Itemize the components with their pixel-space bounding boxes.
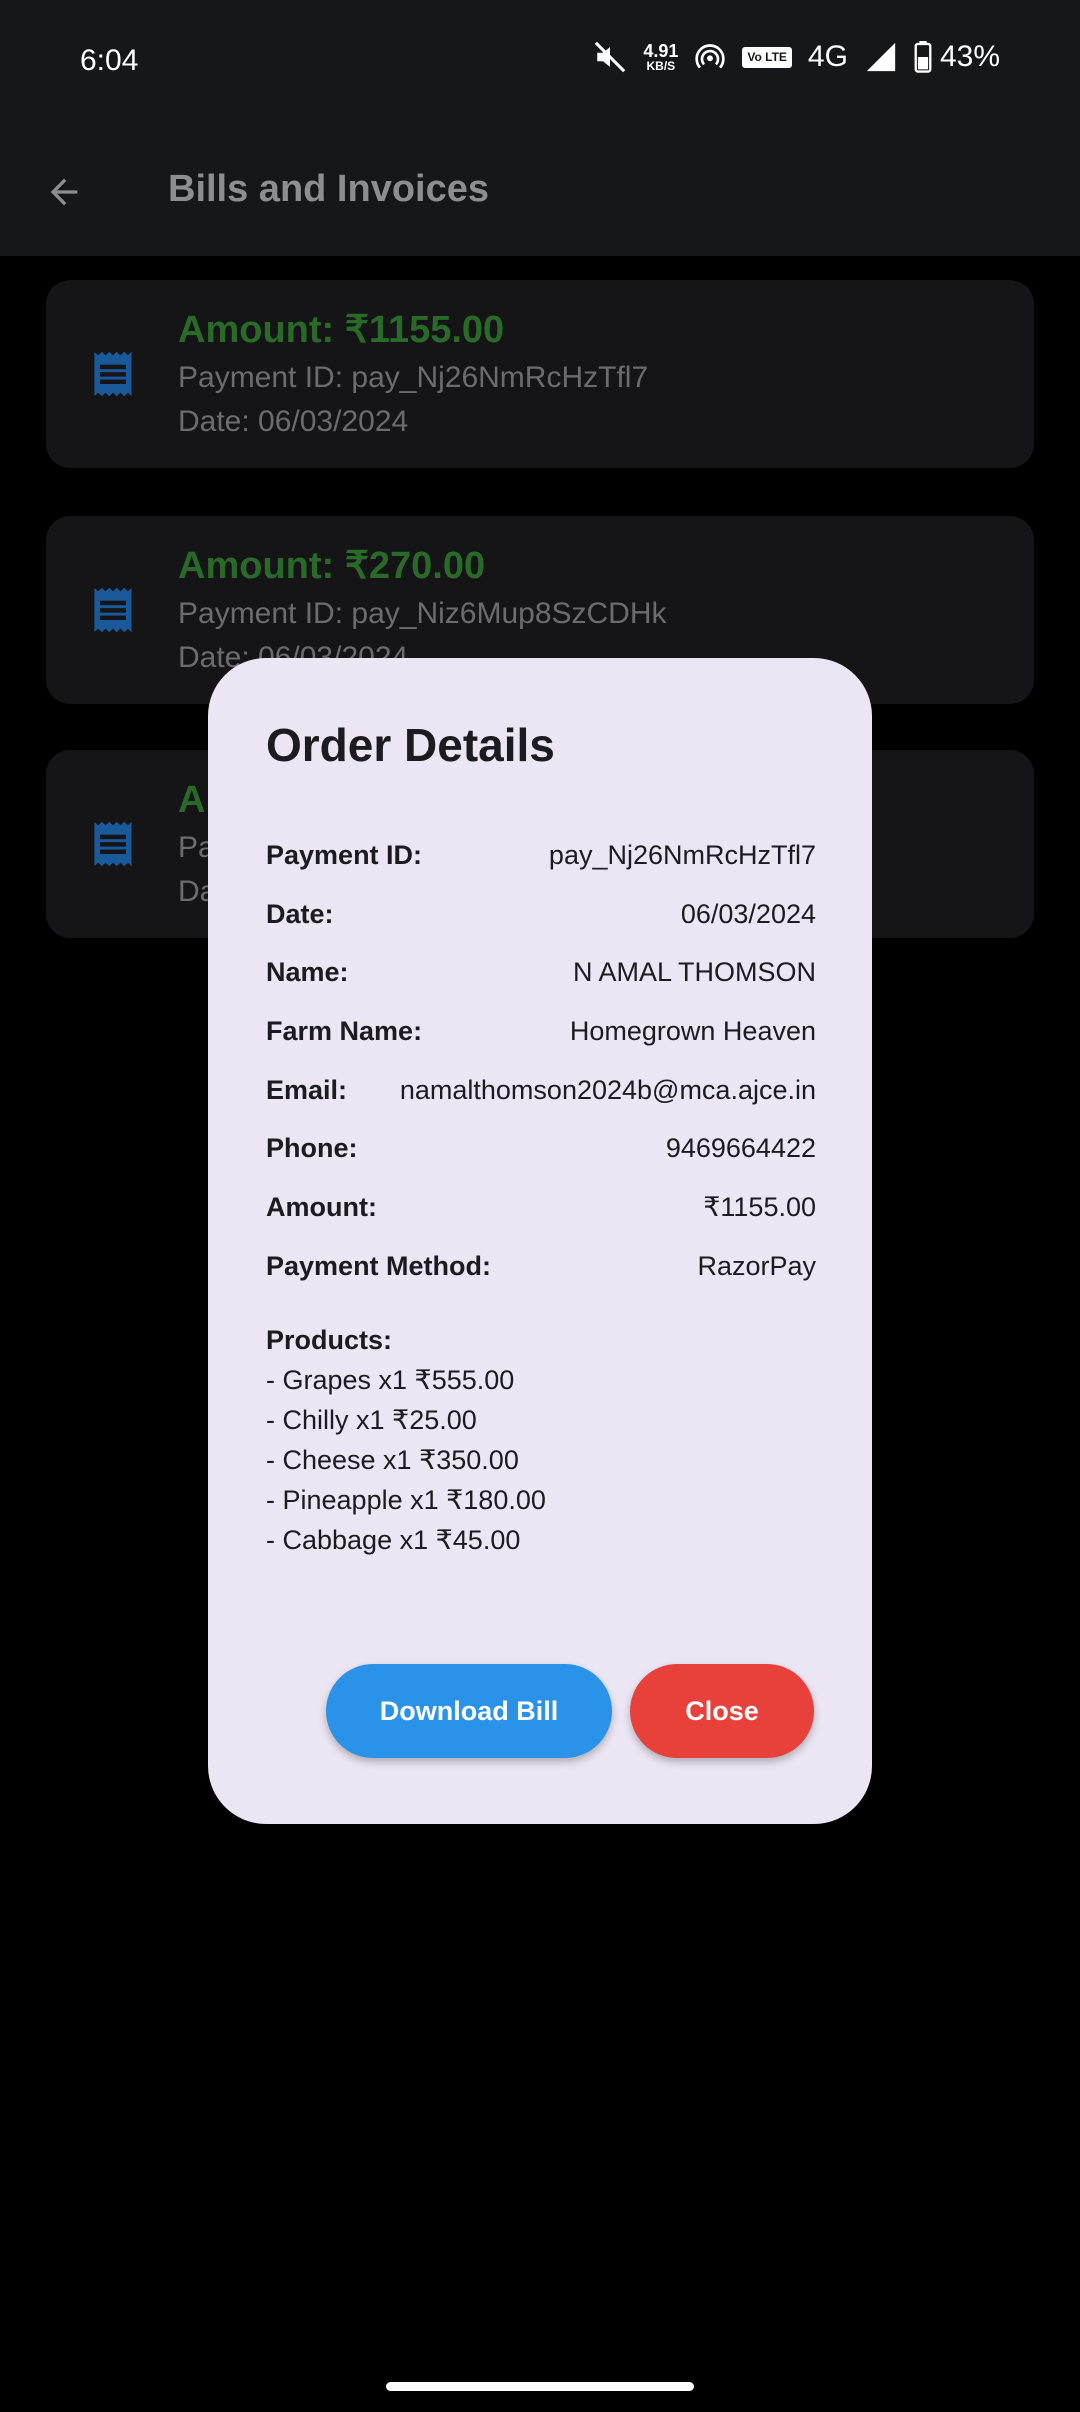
signal-icon (866, 42, 896, 72)
bill-payment-id: Payment ID: pay_Nj26NmRcHzTfl7 (178, 361, 649, 394)
detail-value: 06/03/2024 (680, 898, 816, 929)
detail-label: Email: (266, 1074, 348, 1105)
product-item: - Chilly x1 ₹25.00 (266, 1405, 477, 1435)
detail-row-payment-method: Payment Method: RazorPay (266, 1237, 816, 1296)
battery-icon (914, 41, 932, 73)
detail-label: Phone: (266, 1133, 358, 1164)
arrow-left-icon (50, 178, 78, 206)
battery-level: 43% (939, 40, 1000, 73)
detail-label: Payment ID: (266, 839, 423, 870)
detail-value: ₹1155.00 (703, 1191, 816, 1222)
status-time: 6:04 (80, 44, 139, 77)
bill-card[interactable]: Amount: ₹1155.00 Payment ID: pay_Nj26NmR… (46, 280, 1034, 468)
bill-payment-id: Payment ID: pay_Niz6Mup8SzCDHk (178, 597, 667, 630)
detail-row-farm-name: Farm Name: Homegrown Heaven (266, 1002, 816, 1061)
detail-label: Name: (266, 957, 349, 988)
hotspot-icon (695, 44, 725, 69)
detail-row-date: Date: 06/03/2024 (266, 885, 816, 944)
detail-label: Payment Method: (266, 1250, 492, 1281)
bill-date: Date: 06/03/2024 (178, 405, 409, 438)
detail-row-name: Name: N AMAL THOMSON (266, 943, 816, 1002)
close-button[interactable]: Close (630, 1664, 814, 1758)
net-speed: 4.91 KB/S (643, 41, 679, 73)
detail-value: RazorPay (697, 1250, 816, 1281)
detail-value: Homegrown Heaven (569, 1015, 816, 1046)
detail-value: pay_Nj26NmRcHzTfl7 (548, 839, 816, 870)
detail-row-amount: Amount: ₹1155.00 (266, 1178, 816, 1237)
order-details-dialog: Order Details Payment ID: pay_Nj26NmRcHz… (208, 658, 872, 1824)
detail-value: N AMAL THOMSON (572, 957, 816, 988)
detail-label: Date: (266, 898, 334, 929)
product-item: - Grapes x1 ₹555.00 (266, 1365, 515, 1395)
receipt-icon (94, 587, 132, 633)
detail-row-payment-id: Payment ID: pay_Nj26NmRcHzTfl7 (266, 826, 816, 885)
battery: 43% (914, 40, 1000, 74)
download-bill-button[interactable]: Download Bill (326, 1664, 612, 1758)
order-info: Payment ID: pay_Nj26NmRcHzTfl7 Date: 06/… (266, 826, 816, 1296)
mute-icon (595, 41, 626, 73)
back-button[interactable] (36, 164, 92, 220)
detail-label: Amount: (266, 1191, 377, 1222)
detail-row-email: Email: namalthomson2024b@mca.ajce.in (266, 1061, 816, 1120)
receipt-icon (94, 351, 132, 397)
volte-icon: Vo LTE (742, 46, 792, 68)
detail-label: Farm Name: (266, 1015, 423, 1046)
app-bar: Bills and Invoices (0, 128, 1080, 256)
product-item: - Cabbage x1 ₹45.00 (266, 1525, 521, 1555)
bill-amount: Amount: ₹270.00 (178, 545, 486, 587)
product-item: - Cheese x1 ₹350.00 (266, 1445, 519, 1475)
products-title: Products: (266, 1325, 393, 1355)
status-bar: 6:04 4.91 KB/S Vo LTE 4G 43% (0, 0, 1080, 128)
detail-row-phone: Phone: 9469664422 (266, 1119, 816, 1178)
page-title: Bills and Invoices (168, 168, 489, 210)
product-item: - Pineapple x1 ₹180.00 (266, 1485, 546, 1515)
detail-value: 9469664422 (665, 1133, 816, 1164)
bill-amount: Amount: ₹1155.00 (178, 309, 505, 351)
network-type: 4G (807, 40, 848, 73)
dialog-title: Order Details (266, 719, 555, 771)
status-icons: 4.91 KB/S Vo LTE 4G 43% (593, 40, 1000, 74)
detail-value: namalthomson2024b@mca.ajce.in (399, 1074, 816, 1105)
receipt-icon (94, 821, 132, 867)
home-indicator[interactable] (386, 2382, 694, 2391)
products-section: Products: - Grapes x1 ₹555.00 - Chilly x… (266, 1320, 546, 1560)
